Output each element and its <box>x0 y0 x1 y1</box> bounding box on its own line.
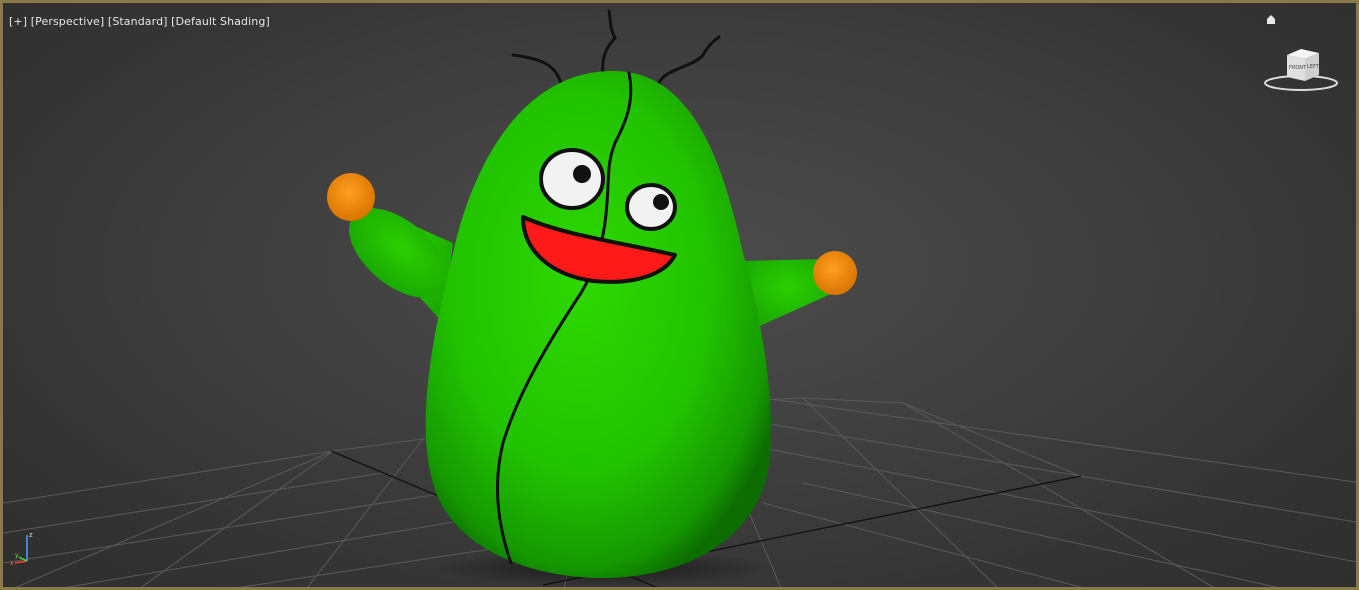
viewport-point-of-view-menu[interactable]: [Perspective] <box>31 15 105 28</box>
character-hand-left[interactable] <box>327 173 375 221</box>
viewport-scene[interactable] <box>3 3 1359 590</box>
axis-x-label: x <box>10 560 14 567</box>
axis-z-label: z <box>29 531 33 539</box>
viewport-shading-menu[interactable]: [Default Shading] <box>171 15 270 28</box>
viewport-general-menu[interactable]: [+] <box>9 15 27 28</box>
character-eye-right <box>625 183 677 231</box>
viewport-style-menu[interactable]: [Standard] <box>108 15 168 28</box>
viewcube-front-label: FRONT <box>1289 65 1307 71</box>
viewcube[interactable]: FRONT LEFT <box>1261 43 1341 99</box>
viewport-label-menu: [+] [Perspective] [Standard] [Default Sh… <box>9 15 270 28</box>
axis-y-label: y <box>15 552 19 559</box>
character-hand-right[interactable] <box>813 251 857 295</box>
home-icon[interactable] <box>1265 13 1277 25</box>
perspective-viewport[interactable]: [+] [Perspective] [Standard] [Default Sh… <box>0 0 1359 590</box>
viewcube-left-label: LEFT <box>1307 64 1320 70</box>
axis-tripod: z x y <box>10 531 33 567</box>
character-eye-left <box>539 148 605 210</box>
character-body[interactable] <box>425 71 772 578</box>
